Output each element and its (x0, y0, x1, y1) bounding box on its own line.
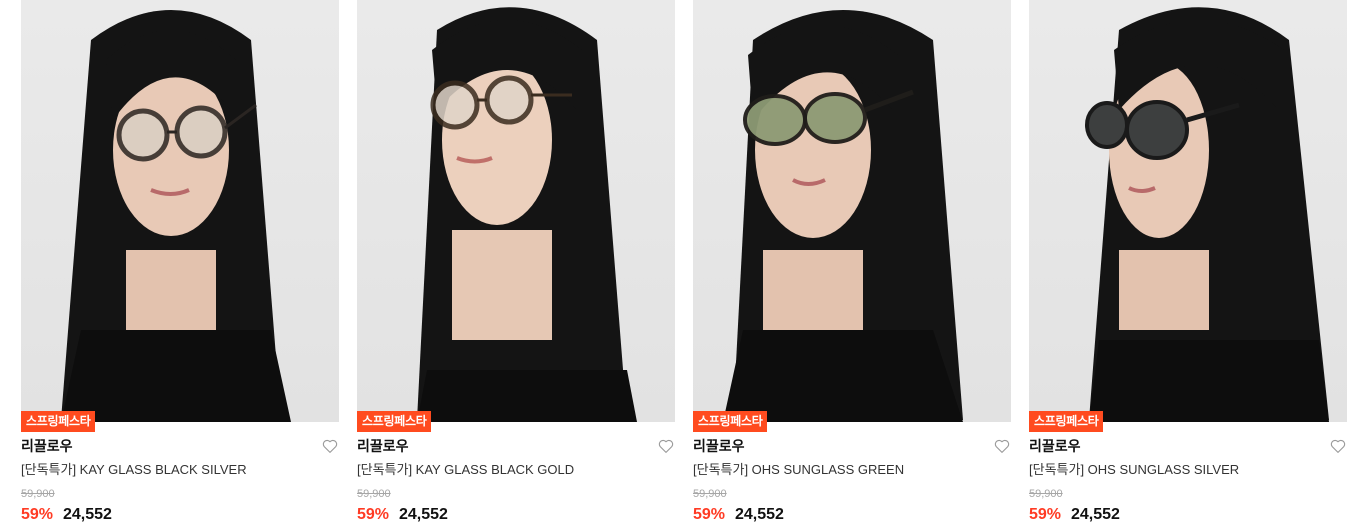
product-name[interactable]: [단독특가] KAY GLASS BLACK GOLD (357, 461, 574, 479)
product-name[interactable]: [단독특가] OHS SUNGLASS SILVER (1029, 461, 1239, 479)
heart-outline-icon[interactable] (321, 437, 339, 455)
sale-price: 24,552 (735, 506, 784, 523)
heart-outline-icon[interactable] (993, 437, 1011, 455)
original-price: 59,900 (21, 488, 55, 500)
discount-rate: 59% (357, 506, 390, 523)
promo-badge: 스프링페스타 (1029, 411, 1104, 432)
brand-name[interactable]: 리끌로우 (357, 436, 409, 456)
model-photo (723, 10, 963, 422)
product-name[interactable]: [단독특가] KAY GLASS BLACK SILVER (21, 461, 247, 479)
product-image[interactable] (21, 0, 339, 422)
product-card[interactable]: 스프링페스타 리끌로우 [단독특가] OHS SUNGLASS GREEN 59… (693, 0, 1011, 528)
sale-price: 24,552 (399, 506, 448, 523)
sale-price: 24,552 (1071, 506, 1120, 523)
discount-rate: 59% (1029, 506, 1062, 523)
product-name[interactable]: [단독특가] OHS SUNGLASS GREEN (693, 461, 904, 479)
sale-price: 24,552 (63, 506, 112, 523)
model-photo (61, 10, 291, 422)
brand-name[interactable]: 리끌로우 (1029, 436, 1081, 456)
original-price: 59,900 (357, 488, 391, 500)
promo-badge: 스프링페스타 (693, 411, 768, 432)
brand-name[interactable]: 리끌로우 (693, 436, 745, 456)
product-card[interactable]: 스프링페스타 리끌로우 [단독특가] OHS SUNGLASS SILVER 5… (1029, 0, 1347, 528)
heart-outline-icon[interactable] (1329, 437, 1347, 455)
discount-rate: 59% (693, 506, 726, 523)
promo-badge: 스프링페스타 (357, 411, 432, 432)
original-price: 59,900 (693, 488, 727, 500)
heart-outline-icon[interactable] (657, 437, 675, 455)
product-image[interactable] (693, 0, 1011, 422)
product-image[interactable] (357, 0, 675, 422)
product-image[interactable] (1029, 0, 1347, 422)
original-price: 59,900 (1029, 488, 1063, 500)
promo-badge: 스프링페스타 (21, 411, 96, 432)
product-grid: 스프링페스타 리끌로우 [단독특가] KAY GLASS BLACK SILVE… (0, 0, 1355, 528)
discount-rate: 59% (21, 506, 54, 523)
model-photo (417, 7, 637, 422)
product-card[interactable]: 스프링페스타 리끌로우 [단독특가] KAY GLASS BLACK SILVE… (21, 0, 339, 528)
brand-name[interactable]: 리끌로우 (21, 436, 73, 456)
model-photo (1085, 7, 1329, 422)
product-card[interactable]: 스프링페스타 리끌로우 [단독특가] KAY GLASS BLACK GOLD … (357, 0, 675, 528)
